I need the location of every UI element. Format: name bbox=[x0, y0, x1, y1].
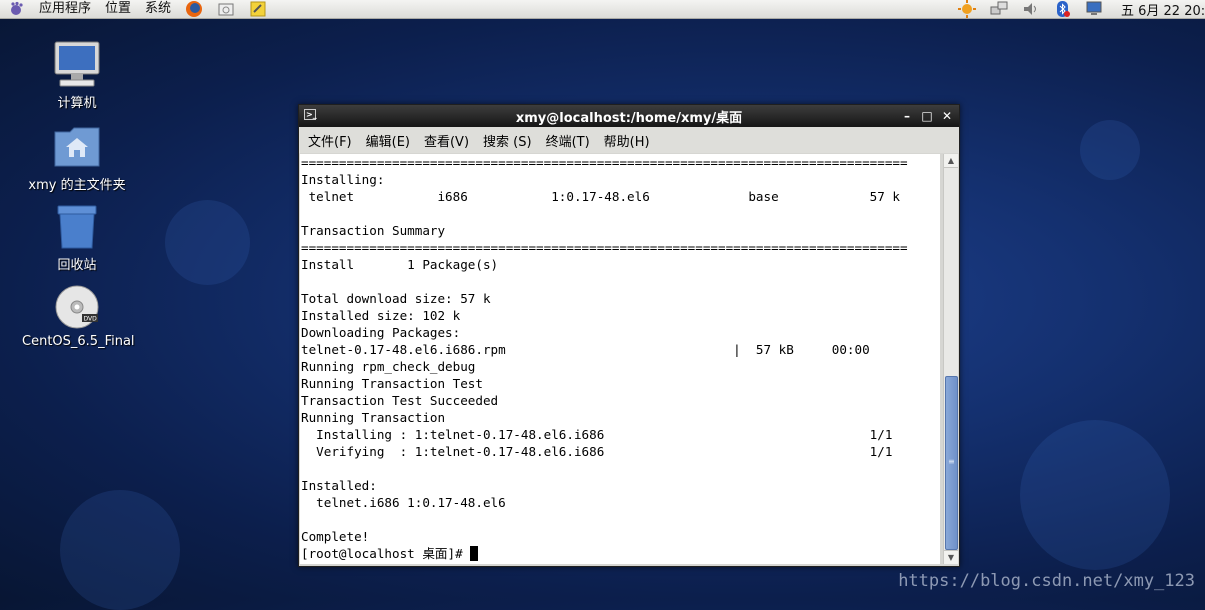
terminal-icon: >_ bbox=[304, 109, 317, 120]
window-controls: – □ ✕ bbox=[899, 108, 955, 124]
grip-icon: ≡ bbox=[948, 457, 955, 466]
terminal-lines: ========================================… bbox=[300, 154, 940, 562]
menu-terminal[interactable]: 终端(T) bbox=[539, 131, 597, 150]
terminal-line: Installing : 1:telnet-0.17-48.el6.i686 1… bbox=[301, 427, 893, 442]
desktop-icon-label: 计算机 bbox=[57, 96, 97, 111]
terminal-line: ========================================… bbox=[301, 240, 908, 255]
desktop-icon-home[interactable]: xmy 的主文件夹 bbox=[22, 122, 132, 193]
terminal-line: Install 1 Package(s) bbox=[301, 257, 499, 272]
terminal-line: Total download size: 57 k bbox=[301, 291, 491, 306]
menu-file[interactable]: 文件(F) bbox=[301, 131, 359, 150]
menu-view[interactable]: 查看(V) bbox=[417, 131, 476, 150]
scroll-up-arrow-icon[interactable]: ▲ bbox=[944, 154, 958, 168]
background-bubble bbox=[165, 200, 250, 285]
terminal-line: Downloading Packages: bbox=[301, 325, 461, 340]
display-icon[interactable] bbox=[1085, 0, 1105, 18]
menu-places[interactable]: 位置 bbox=[98, 0, 138, 18]
foot-logo-icon[interactable] bbox=[6, 0, 26, 18]
scrollbar-thumb[interactable]: ≡ bbox=[945, 376, 958, 550]
terminal-line: Installing: bbox=[301, 172, 385, 187]
firefox-icon[interactable] bbox=[184, 0, 204, 18]
terminal-line: Running Transaction Test bbox=[301, 376, 483, 391]
vertical-scrollbar[interactable]: ▲ ≡ ▼ bbox=[943, 154, 958, 564]
desktop-icon-trash[interactable]: 回收站 bbox=[22, 202, 132, 273]
close-button[interactable]: ✕ bbox=[939, 108, 955, 124]
menu-help[interactable]: 帮助(H) bbox=[597, 131, 657, 150]
bluetooth-icon[interactable] bbox=[1053, 0, 1073, 18]
terminal-line: Transaction Summary bbox=[301, 223, 446, 238]
home-folder-icon bbox=[52, 122, 102, 172]
desktop-icon-label: CentOS_6.5_Final bbox=[22, 334, 135, 349]
terminal-menubar: 文件(F) 编辑(E) 查看(V) 搜索 (S) 终端(T) 帮助(H) bbox=[299, 127, 959, 153]
terminal-line: telnet.i686 1:0.17-48.el6 bbox=[301, 495, 506, 510]
terminal-window[interactable]: >_ xmy@localhost:/home/xmy/桌面 – □ ✕ 文件(F… bbox=[298, 104, 960, 567]
desktop-icon-computer[interactable]: 计算机 bbox=[22, 40, 132, 111]
menu-system[interactable]: 系统 bbox=[138, 0, 178, 18]
terminal-line: ========================================… bbox=[301, 155, 908, 170]
terminal-prompt: [root@localhost 桌面]# bbox=[301, 546, 471, 561]
desktop-icon-label: 回收站 bbox=[57, 258, 97, 273]
terminal-line: Installed size: 102 k bbox=[301, 308, 461, 323]
svg-text:DVD: DVD bbox=[84, 316, 98, 323]
desktop-icon-dvd[interactable]: DVD CentOS_6.5_Final bbox=[22, 282, 135, 349]
maximize-button[interactable]: □ bbox=[919, 108, 935, 124]
mail-icon[interactable] bbox=[216, 0, 236, 18]
scroll-down-arrow-icon[interactable]: ▼ bbox=[944, 550, 958, 564]
text-cursor bbox=[470, 546, 479, 561]
terminal-line: telnet-0.17-48.el6.i686.rpm | 57 kB 00:0… bbox=[301, 342, 870, 357]
menu-search[interactable]: 搜索 (S) bbox=[476, 131, 539, 150]
watermark: https://blog.csdn.net/xmy_123 bbox=[898, 571, 1195, 591]
top-panel: 应用程序 位置 系统 五 6月 22 20:0 bbox=[0, 0, 1205, 19]
background-bubble bbox=[60, 490, 180, 610]
trash-icon bbox=[52, 202, 102, 252]
terminal-line: telnet i686 1:0.17-48.el6 base 57 k bbox=[301, 189, 900, 204]
terminal-line: Verifying : 1:telnet-0.17-48.el6.i686 1/… bbox=[301, 444, 893, 459]
terminal-line: Running rpm_check_debug bbox=[301, 359, 476, 374]
system-tray: 五 6月 22 20:0 bbox=[951, 0, 1205, 19]
background-bubble bbox=[1020, 420, 1170, 570]
background-bubble bbox=[1080, 120, 1140, 180]
menu-edit[interactable]: 编辑(E) bbox=[359, 131, 417, 150]
dvd-icon: DVD bbox=[52, 282, 102, 332]
terminal-line: Running Transaction bbox=[301, 410, 446, 425]
terminal-line: Complete! bbox=[301, 529, 370, 544]
minimize-button[interactable]: – bbox=[899, 108, 915, 124]
terminal-line: Transaction Test Succeeded bbox=[301, 393, 499, 408]
terminal-line: Installed: bbox=[301, 478, 377, 493]
desktop-icon-label: xmy 的主文件夹 bbox=[28, 178, 126, 193]
window-titlebar[interactable]: >_ xmy@localhost:/home/xmy/桌面 – □ ✕ bbox=[299, 105, 959, 127]
update-icon[interactable] bbox=[957, 0, 977, 18]
notes-icon[interactable] bbox=[248, 0, 268, 18]
window-title: xmy@localhost:/home/xmy/桌面 bbox=[515, 110, 743, 126]
computer-icon bbox=[52, 40, 102, 90]
terminal-prompt-line: [root@localhost 桌面]# bbox=[301, 545, 940, 562]
terminal-output[interactable]: ========================================… bbox=[300, 154, 940, 564]
clock[interactable]: 五 6月 22 20:0 bbox=[1111, 0, 1205, 19]
network-icon[interactable] bbox=[989, 0, 1009, 18]
volume-icon[interactable] bbox=[1021, 0, 1041, 18]
menu-applications[interactable]: 应用程序 bbox=[32, 0, 98, 18]
